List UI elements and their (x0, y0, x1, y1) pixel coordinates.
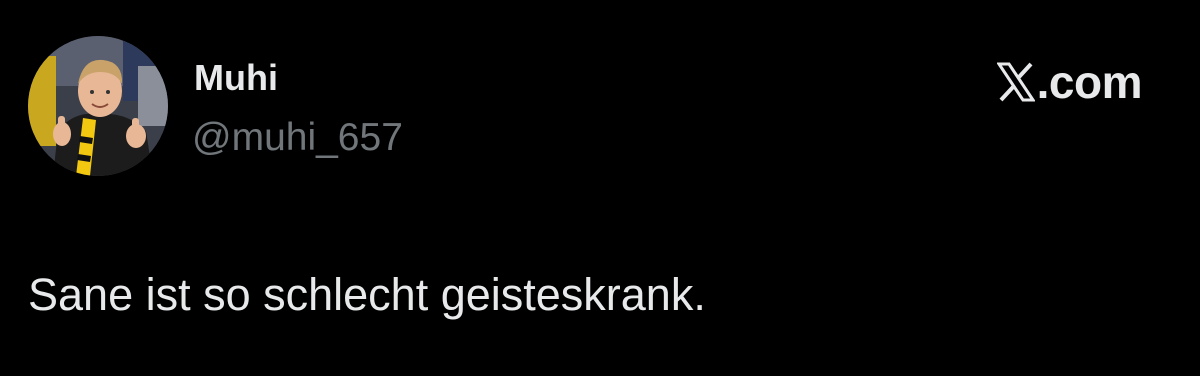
author-handle[interactable]: @muhi_657 (192, 118, 403, 157)
avatar[interactable] (28, 36, 168, 176)
x-logo-icon (996, 62, 1035, 102)
brand-watermark: .com (996, 56, 1143, 108)
brand-domain-text: .com (1036, 56, 1143, 108)
avatar-photo (28, 36, 168, 176)
tweet-text: Sane ist so schlecht geisteskrank. (28, 269, 706, 320)
author-display-name[interactable]: Muhi (194, 60, 278, 96)
tweet-card: Muhi @muhi_657 .com Sane ist so schlecht… (0, 0, 1200, 376)
